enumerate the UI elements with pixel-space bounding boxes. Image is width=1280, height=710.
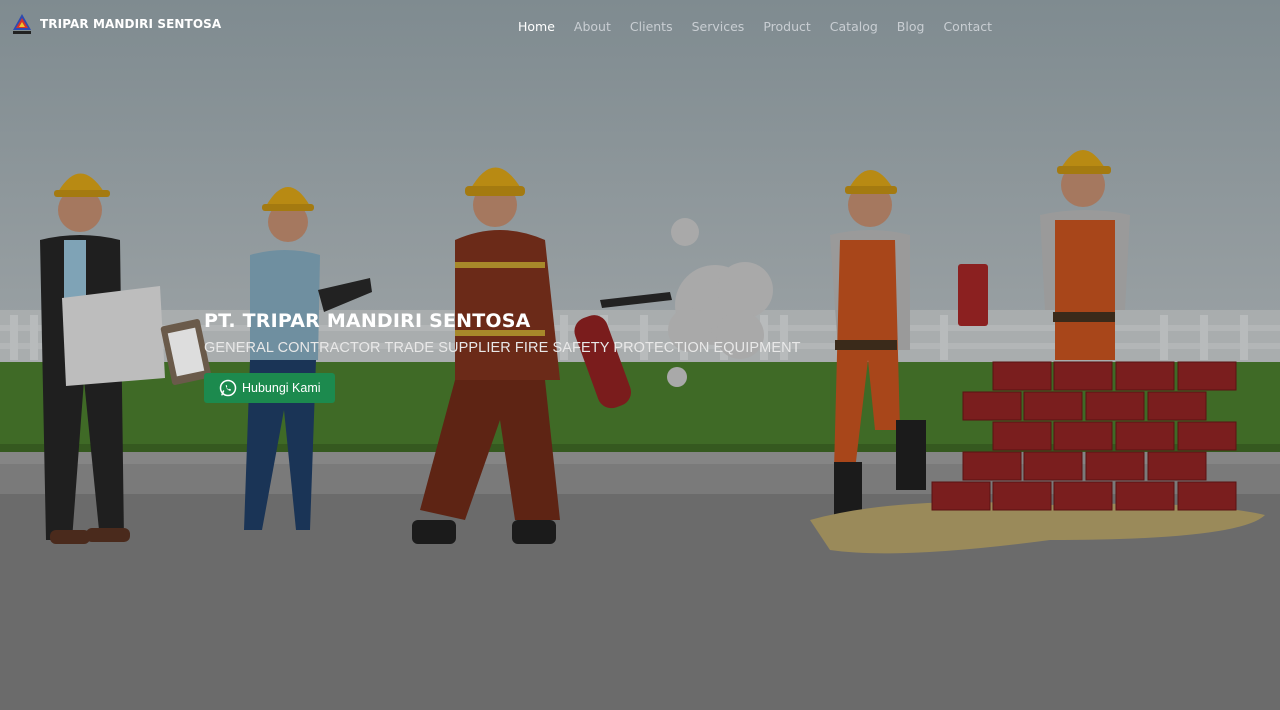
hero-title: PT. TRIPAR MANDIRI SENTOSA xyxy=(204,310,531,332)
whatsapp-icon xyxy=(219,379,237,397)
hero-subtitle: GENERAL CONTRACTOR TRADE SUPPLIER FIRE S… xyxy=(204,340,801,356)
nav-clients[interactable]: Clients xyxy=(630,19,673,34)
brand[interactable]: TRIPAR MANDIRI SENTOSA xyxy=(12,13,221,35)
main-nav: Home About Clients Services Product Cata… xyxy=(518,19,1011,34)
cta-label: Hubungi Kami xyxy=(242,381,321,395)
nav-contact[interactable]: Contact xyxy=(943,19,992,34)
brand-name: TRIPAR MANDIRI SENTOSA xyxy=(40,17,222,31)
nav-blog[interactable]: Blog xyxy=(897,19,925,34)
hero-section: PT. TRIPAR MANDIRI SENTOSA GENERAL CONTR… xyxy=(204,310,801,403)
nav-services[interactable]: Services xyxy=(692,19,745,34)
nav-home[interactable]: Home xyxy=(518,19,555,34)
hubungi-kami-button[interactable]: Hubungi Kami xyxy=(204,373,335,403)
triangle-logo-icon xyxy=(13,14,31,34)
nav-product[interactable]: Product xyxy=(763,19,810,34)
top-navbar: TRIPAR MANDIRI SENTOSA Home About Client… xyxy=(0,0,1280,54)
nav-catalog[interactable]: Catalog xyxy=(830,19,878,34)
nav-about[interactable]: About xyxy=(574,19,611,34)
